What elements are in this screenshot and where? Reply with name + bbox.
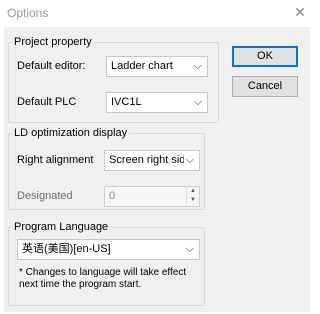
default-editor-select[interactable]: Ladder chart ⌵	[106, 56, 208, 77]
language-value: 英语(美国)[en-US]	[22, 243, 111, 255]
cancel-button[interactable]: Cancel	[232, 76, 298, 97]
ld-display-group: LD optimization display Right alignment …	[8, 126, 205, 210]
default-plc-value: IVC1L	[111, 96, 142, 108]
spin-up-icon[interactable]: ▲	[187, 187, 199, 196]
designated-label: Designated	[17, 190, 73, 202]
designated-value: 0	[109, 190, 116, 202]
window-title: Options	[7, 6, 49, 20]
program-language-group: Program Language 英语(美国)[en-US] ⌵ * Chang…	[8, 220, 205, 306]
default-editor-label: Default editor:	[17, 60, 86, 72]
options-dialog: Options ✕ Project property Default edito…	[0, 0, 314, 314]
project-property-title: Project property	[12, 35, 94, 49]
dialog-body: Project property Default editor: Ladder …	[4, 27, 310, 312]
designated-stepper[interactable]: 0 ▲ ▼	[104, 186, 200, 207]
right-alignment-select[interactable]: Screen right side ⌵	[104, 150, 200, 171]
default-plc-select[interactable]: IVC1L ⌵	[106, 92, 208, 113]
ok-button[interactable]: OK	[232, 46, 298, 67]
program-language-title: Program Language	[12, 220, 111, 234]
project-property-group: Project property Default editor: Ladder …	[8, 35, 219, 123]
chevron-down-icon: ⌵	[193, 60, 202, 72]
language-note-line1: * Changes to language will take effect	[19, 267, 187, 278]
default-editor-value: Ladder chart	[111, 60, 173, 72]
default-plc-label: Default PLC	[17, 96, 77, 108]
close-icon[interactable]: ✕	[289, 2, 311, 22]
ld-display-title: LD optimization display	[12, 126, 130, 140]
spin-down-icon[interactable]: ▼	[187, 196, 199, 205]
language-select[interactable]: 英语(美国)[en-US] ⌵	[17, 239, 200, 260]
language-note-line2: next time the program start.	[19, 279, 142, 290]
chevron-down-icon: ⌵	[193, 96, 202, 108]
chevron-down-icon: ⌵	[185, 243, 194, 255]
chevron-down-icon: ⌵	[183, 151, 194, 170]
right-alignment-value: Screen right side	[109, 154, 192, 166]
spin-buttons: ▲ ▼	[186, 187, 199, 206]
right-alignment-label: Right alignment	[17, 154, 94, 166]
